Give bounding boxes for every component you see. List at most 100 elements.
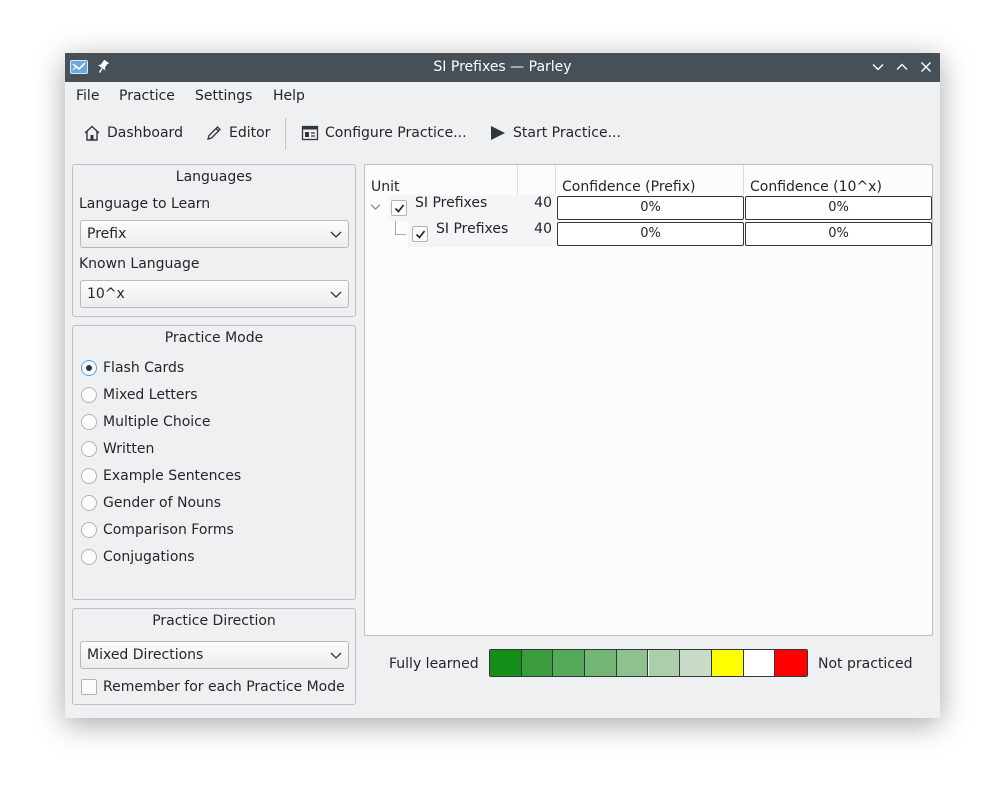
dashboard-button[interactable]: Dashboard xyxy=(83,119,183,147)
column-header-count[interactable] xyxy=(518,165,556,195)
column-header-unit-label: Unit xyxy=(371,179,400,195)
menu-practice[interactable]: Practice xyxy=(119,88,175,104)
tree-row[interactable]: SI Prefixes 40 0% 0% xyxy=(365,195,932,221)
legend-swatch xyxy=(616,650,649,676)
radio-mixed-letters[interactable]: Mixed Letters xyxy=(81,385,198,405)
remember-checkbox[interactable] xyxy=(81,679,97,695)
legend-not-practiced-label: Not practiced xyxy=(818,656,913,672)
practice-direction-combo[interactable]: Mixed Directions xyxy=(80,641,349,669)
radio-flash-cards[interactable]: Flash Cards xyxy=(81,358,184,378)
tree-branch-line-icon xyxy=(395,221,406,235)
window-title: SI Prefixes — Parley xyxy=(433,59,572,75)
remember-label: Remember for each Practice Mode xyxy=(103,679,345,695)
language-to-learn-combo[interactable]: Prefix xyxy=(80,220,349,248)
legend-swatch xyxy=(648,650,681,676)
practice-direction-title: Practice Direction xyxy=(152,613,276,629)
radio-button[interactable] xyxy=(81,549,97,565)
radio-label: Multiple Choice xyxy=(103,414,211,430)
menu-bar: File Practice Settings Help xyxy=(65,82,940,110)
known-language-value: 10^x xyxy=(87,286,125,302)
row-checkbox[interactable] xyxy=(412,226,428,242)
menu-help[interactable]: Help xyxy=(273,88,305,104)
radio-gender-of-nouns[interactable]: Gender of Nouns xyxy=(81,493,221,513)
chevron-down-icon xyxy=(330,291,342,298)
row-count: 40 xyxy=(534,221,552,237)
start-practice-label: Start Practice... xyxy=(513,125,621,141)
known-language-combo[interactable]: 10^x xyxy=(80,280,349,308)
radio-label: Conjugations xyxy=(103,549,195,565)
radio-label: Mixed Letters xyxy=(103,387,198,403)
dashboard-label: Dashboard xyxy=(107,125,183,141)
chevron-down-icon xyxy=(330,652,342,659)
start-practice-button[interactable]: Start Practice... xyxy=(489,119,621,147)
radio-button[interactable] xyxy=(81,495,97,511)
legend-swatch xyxy=(521,650,554,676)
row-unit-name: SI Prefixes xyxy=(436,221,509,237)
legend-swatch xyxy=(775,650,807,676)
radio-label: Flash Cards xyxy=(103,360,185,376)
confidence-10x-bar: 0% xyxy=(745,196,932,220)
practice-direction-value: Mixed Directions xyxy=(87,647,204,663)
row-count: 40 xyxy=(534,195,552,211)
expand-arrow-icon[interactable] xyxy=(370,203,381,211)
maximize-icon[interactable] xyxy=(895,60,909,74)
app-window: SI Prefixes — Parley File Practice Setti… xyxy=(65,53,940,718)
main-toolbar: Dashboard Editor Configure Practice... S… xyxy=(65,110,940,156)
radio-label: Example Sentences xyxy=(103,468,242,484)
minimize-icon[interactable] xyxy=(871,60,885,74)
radio-button[interactable] xyxy=(81,441,97,457)
row-checkbox[interactable] xyxy=(391,200,407,216)
column-header-confidence-prefix[interactable]: Confidence (Prefix) xyxy=(556,165,744,195)
radio-button[interactable] xyxy=(81,522,97,538)
practice-mode-title: Practice Mode xyxy=(164,330,264,346)
radio-button[interactable] xyxy=(81,387,97,403)
remember-checkbox-row[interactable]: Remember for each Practice Mode xyxy=(81,677,345,697)
title-bar: SI Prefixes — Parley xyxy=(65,53,940,82)
confidence-prefix-value: 0% xyxy=(640,200,661,215)
languages-group: Languages Language to Learn Prefix Known… xyxy=(72,164,356,317)
editor-label: Editor xyxy=(229,125,271,141)
close-icon[interactable] xyxy=(919,60,933,74)
toolbar-separator xyxy=(285,118,286,150)
legend-swatch xyxy=(680,650,712,676)
configure-practice-button[interactable]: Configure Practice... xyxy=(301,119,467,147)
legend-swatch xyxy=(743,650,776,676)
legend-swatch xyxy=(553,650,586,676)
column-header-unit[interactable]: Unit xyxy=(365,165,518,195)
radio-example-sentences[interactable]: Example Sentences xyxy=(81,466,241,486)
play-icon xyxy=(491,126,505,140)
configure-practice-label: Configure Practice... xyxy=(325,125,467,141)
menu-file[interactable]: File xyxy=(76,88,99,104)
home-icon xyxy=(84,125,100,141)
legend-swatch xyxy=(711,650,744,676)
radio-conjugations[interactable]: Conjugations xyxy=(81,547,195,567)
checkmark-icon xyxy=(394,204,405,213)
radio-button[interactable] xyxy=(81,468,97,484)
practice-direction-group: Practice Direction Mixed Directions Reme… xyxy=(72,608,356,705)
pencil-icon xyxy=(207,126,221,140)
radio-button-checked[interactable] xyxy=(81,360,97,376)
radio-comparison-forms[interactable]: Comparison Forms xyxy=(81,520,234,540)
legend-fully-learned-label: Fully learned xyxy=(389,656,479,672)
column-header-confidence-10x[interactable]: Confidence (10^x) xyxy=(744,165,932,195)
menu-settings[interactable]: Settings xyxy=(195,88,252,104)
radio-label: Comparison Forms xyxy=(103,522,234,538)
confidence-10x-value: 0% xyxy=(828,200,849,215)
radio-button[interactable] xyxy=(81,414,97,430)
confidence-10x-value: 0% xyxy=(828,226,849,241)
radio-written[interactable]: Written xyxy=(81,439,154,459)
confidence-prefix-value: 0% xyxy=(640,226,661,241)
confidence-10x-bar: 0% xyxy=(745,222,932,246)
checkmark-icon xyxy=(415,230,426,239)
languages-title: Languages xyxy=(175,169,253,185)
units-tree-view[interactable]: Unit Confidence (Prefix) Confidence (10^… xyxy=(364,164,933,636)
confidence-color-legend xyxy=(489,649,808,677)
editor-button[interactable]: Editor xyxy=(205,119,270,147)
practice-mode-group: Practice Mode Flash Cards Mixed Letters … xyxy=(72,325,356,600)
radio-multiple-choice[interactable]: Multiple Choice xyxy=(81,412,210,432)
column-header-confidence-prefix-label: Confidence (Prefix) xyxy=(562,179,696,195)
tree-row[interactable]: SI Prefixes 40 0% 0% xyxy=(365,221,932,247)
configure-icon xyxy=(301,125,319,141)
legend-swatch xyxy=(490,650,522,676)
language-to-learn-label: Language to Learn xyxy=(79,196,211,212)
